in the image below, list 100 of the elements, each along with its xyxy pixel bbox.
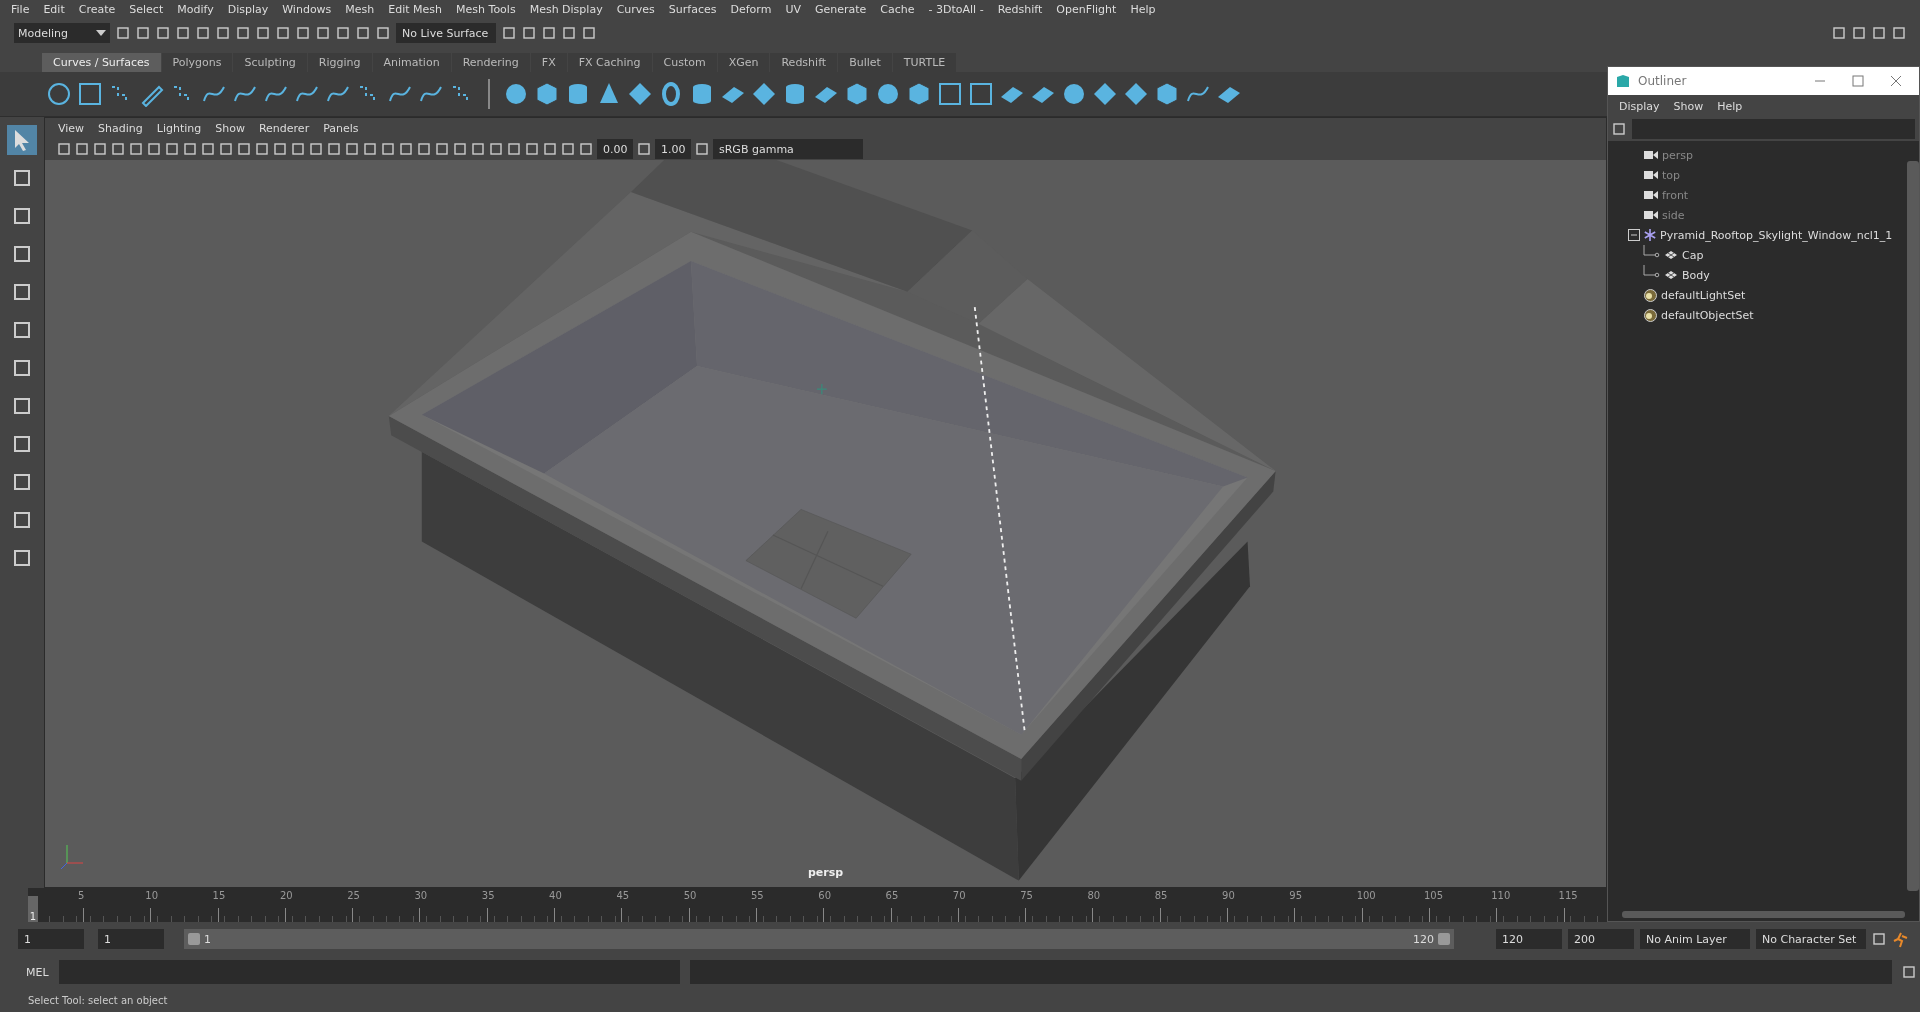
outliner-item-label: front [1662, 188, 1689, 202]
current-start-field[interactable]: 1 [98, 929, 164, 949]
search-field[interactable] [1632, 119, 1915, 139]
menu-item[interactable]: Deform [723, 3, 779, 16]
shelf-tab[interactable]: Animation [372, 53, 451, 72]
color-space-dropdown[interactable]: sRGB gamma [713, 139, 863, 159]
panel-menu-item[interactable]: Shading [91, 121, 150, 135]
range-slider[interactable]: 1 120 [184, 929, 1454, 949]
circle-icon[interactable] [46, 81, 72, 107]
sphere-icon[interactable] [1061, 81, 1087, 107]
diamond-icon[interactable] [1092, 81, 1118, 107]
menu-set-dropdown[interactable]: Modeling [14, 23, 110, 43]
mesh-icon [1664, 250, 1678, 260]
panel-menu-item[interactable]: Lighting [149, 121, 209, 135]
cube-icon[interactable] [906, 81, 932, 107]
outliner-item[interactable]: side [1608, 205, 1907, 225]
range-handle[interactable] [188, 933, 200, 945]
shelf-tab[interactable]: Custom [652, 53, 717, 72]
running-figure-icon[interactable] [1892, 930, 1910, 948]
shelf-tab[interactable]: Rendering [451, 53, 530, 72]
menu-item[interactable]: Surfaces [661, 3, 724, 16]
outliner-item[interactable]: front [1608, 185, 1907, 205]
collapse-icon[interactable] [1628, 229, 1640, 241]
shelf-tab[interactable]: FX [530, 53, 567, 72]
menu-item[interactable]: Help [1710, 99, 1750, 113]
menu-item[interactable]: Modify [170, 3, 221, 16]
shelf-tab[interactable]: Redshift [770, 53, 838, 72]
square-icon[interactable] [77, 81, 103, 107]
frame-label: 115 [1558, 890, 1578, 901]
anim-end-field[interactable]: 200 [1568, 929, 1634, 949]
diamond-icon[interactable] [627, 81, 653, 107]
panel-menu-item[interactable]: Panels [316, 121, 366, 135]
sphere-icon[interactable] [503, 81, 529, 107]
frame-label: 30 [414, 890, 428, 901]
shelf-tab[interactable]: Bullet [838, 53, 892, 72]
outliner-item[interactable]: persp [1608, 145, 1907, 165]
select-tool-button[interactable] [7, 125, 37, 155]
shelf-tab[interactable]: FX Caching [567, 53, 652, 72]
gamma-field[interactable]: 1.00 [655, 139, 691, 159]
cube-icon[interactable] [1154, 81, 1180, 107]
range-handle[interactable] [1438, 933, 1450, 945]
menu-item[interactable]: Show [1666, 99, 1711, 113]
menu-item[interactable]: Edit [36, 3, 72, 16]
frame-label: 85 [1154, 890, 1168, 901]
frame-label: 20 [279, 890, 293, 901]
outliner-item[interactable]: defaultObjectSet [1608, 305, 1907, 325]
anim-layer-dropdown[interactable]: No Anim Layer [1640, 929, 1750, 949]
menu-item[interactable]: Help [1123, 3, 1163, 16]
menu-item[interactable]: Create [71, 3, 123, 16]
command-language-label[interactable]: MEL [26, 965, 49, 979]
shelf-tab[interactable]: XGen [717, 53, 770, 72]
cube-icon[interactable] [534, 81, 560, 107]
sphere-icon[interactable] [875, 81, 901, 107]
character-set-dropdown[interactable]: No Character Set [1756, 929, 1866, 949]
menu-item[interactable]: Curves [609, 3, 662, 16]
shelf-tab[interactable]: Rigging [307, 53, 372, 72]
viewport-canvas[interactable]: persp [45, 160, 1606, 887]
menu-item[interactable]: Select [122, 3, 171, 16]
menu-item[interactable]: File [4, 3, 37, 16]
shelf-tab[interactable]: Polygons [161, 53, 233, 72]
diamond-icon[interactable] [1123, 81, 1149, 107]
menu-item[interactable]: Edit Mesh [381, 3, 450, 16]
menu-item[interactable]: OpenFlight [1049, 3, 1124, 16]
frame-label: 55 [750, 890, 764, 901]
menu-item[interactable]: Mesh Display [522, 3, 610, 16]
panel-menu-item[interactable]: View [51, 121, 92, 135]
panel-menu-item[interactable]: Show [208, 121, 252, 135]
menu-item[interactable]: Windows [275, 3, 339, 16]
menu-item[interactable]: UV [778, 3, 808, 16]
end-frame-field[interactable]: 120 [1496, 929, 1562, 949]
diamond-icon[interactable] [751, 81, 777, 107]
outliner-item[interactable]: top [1608, 165, 1907, 185]
square-icon[interactable] [937, 81, 963, 107]
menu-item[interactable]: Mesh [338, 3, 382, 16]
menu-item[interactable]: Generate [807, 3, 874, 16]
outliner-item[interactable]: Pyramid_Rooftop_Skylight_Window_ncl1_1 [1608, 225, 1907, 245]
cube-icon[interactable] [844, 81, 870, 107]
menu-item[interactable]: Mesh Tools [449, 3, 523, 16]
outliner-item-label: top [1662, 168, 1681, 182]
outliner-item[interactable]: Cap [1608, 245, 1907, 265]
outliner-item[interactable]: defaultLightSet [1608, 285, 1907, 305]
outliner-item[interactable]: Body [1608, 265, 1907, 285]
menu-item[interactable]: Cache [873, 3, 922, 16]
shelf-tab[interactable]: TURTLE [892, 53, 957, 72]
exposure-field[interactable]: 0.00 [597, 139, 633, 159]
current-frame-marker[interactable]: 1 [28, 896, 38, 922]
square-icon[interactable] [968, 81, 994, 107]
menu-item[interactable]: Display [220, 3, 276, 16]
frame-label: 60 [818, 890, 831, 901]
shelf-tab[interactable]: Curves / Surfaces [42, 53, 161, 72]
command-result-field[interactable] [689, 960, 1892, 984]
time-slider[interactable]: 1 5 10 15 20 25 30 35 40 45 50 55 60 65 70 75 80 85 90 95 100 105 110 115 [28, 888, 1607, 922]
shelf-tab[interactable]: Sculpting [233, 53, 307, 72]
start-frame-field[interactable]: 1 [18, 929, 84, 949]
menu-item[interactable]: Display [1612, 99, 1667, 113]
menu-item[interactable]: - 3DtoAll - [921, 3, 991, 16]
panel-menu-item[interactable]: Renderer [251, 121, 317, 135]
command-input[interactable] [58, 960, 680, 984]
menu-item[interactable]: Redshift [990, 3, 1050, 16]
live-surface-field[interactable]: No Live Surface [396, 23, 496, 43]
